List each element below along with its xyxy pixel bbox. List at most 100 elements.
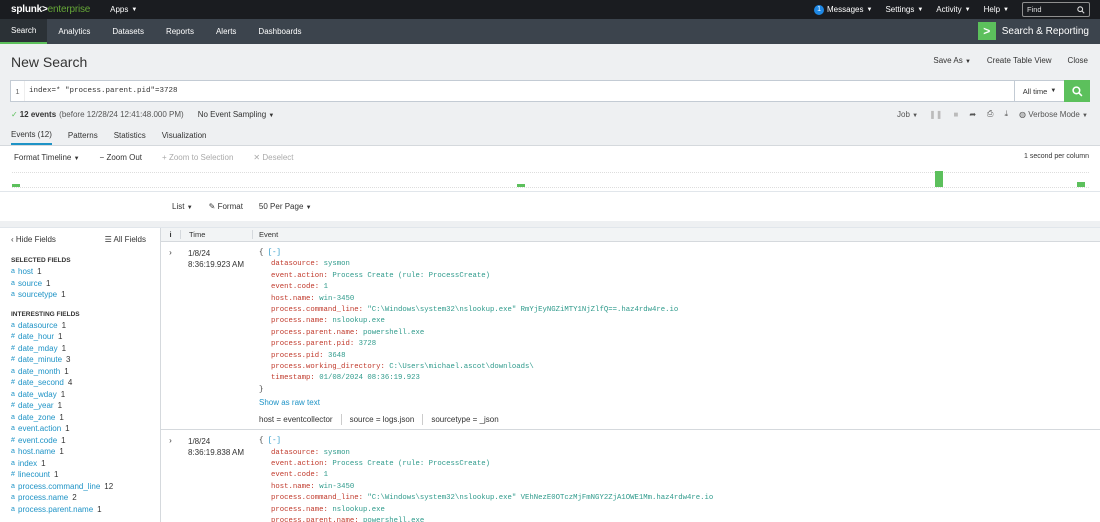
json-key[interactable]: host.name:	[271, 295, 315, 303]
time-range-picker[interactable]: All time ▼	[1014, 81, 1064, 101]
tab-datasets[interactable]: Datasets	[101, 19, 155, 44]
time-column-header[interactable]: Time	[180, 230, 252, 239]
json-key[interactable]: datasource:	[271, 260, 319, 268]
stop-icon[interactable]: ■	[954, 110, 959, 119]
hide-fields-button[interactable]: ‹ Hide Fields	[11, 235, 56, 244]
field-item[interactable]: a date_wday 1	[11, 389, 160, 401]
tab-patterns[interactable]: Patterns	[68, 126, 98, 145]
field-item[interactable]: a date_month 1	[11, 366, 160, 378]
field-item[interactable]: a sourcetype 1	[11, 289, 160, 301]
field-item[interactable]: a datasource 1	[11, 320, 160, 332]
json-key[interactable]: event.code:	[271, 471, 319, 479]
field-item[interactable]: # date_second 4	[11, 377, 160, 389]
field-item[interactable]: # date_year 1	[11, 400, 160, 412]
json-value[interactable]: "C:\Windows\system32\nslookup.exe" VEhNe…	[367, 494, 713, 502]
create-table-view-button[interactable]: Create Table View	[987, 56, 1052, 65]
field-item[interactable]: a date_zone 1	[11, 412, 160, 424]
collapse-toggle[interactable]: [-]	[268, 249, 281, 257]
json-value[interactable]: win-3450	[319, 483, 354, 491]
search-mode-menu[interactable]: ◍ Verbose Mode ▼	[1019, 110, 1088, 119]
field-item[interactable]: a host 1	[11, 266, 160, 278]
json-value[interactable]: win-3450	[319, 295, 354, 303]
field-item[interactable]: # date_mday 1	[11, 343, 160, 355]
export-icon[interactable]: ⤓	[1004, 109, 1008, 119]
field-item[interactable]: a index 1	[11, 458, 160, 470]
field-item[interactable]: # linecount 1	[11, 469, 160, 481]
field-item[interactable]: # date_minute 3	[11, 354, 160, 366]
chevron-right-icon[interactable]: ›	[161, 248, 180, 429]
json-key[interactable]: process.command_line:	[271, 306, 363, 314]
json-key[interactable]: process.parent.pid:	[271, 340, 354, 348]
per-page-dropdown[interactable]: 50 Per Page ▼	[259, 202, 312, 211]
settings-menu[interactable]: Settings ▼	[885, 5, 923, 14]
json-key[interactable]: event.action:	[271, 272, 328, 280]
find-input[interactable]: Find	[1022, 2, 1090, 17]
zoom-to-selection-button[interactable]: + Zoom to Selection	[162, 153, 233, 162]
tab-reports[interactable]: Reports	[155, 19, 205, 44]
format-timeline-button[interactable]: Format Timeline ▼	[14, 153, 80, 162]
field-item[interactable]: # date_hour 1	[11, 331, 160, 343]
job-menu[interactable]: Job ▼	[897, 110, 918, 119]
json-value[interactable]: 3648	[328, 352, 346, 360]
json-value[interactable]: nslookup.exe	[332, 317, 385, 325]
field-item[interactable]: a process.command_line 12	[11, 481, 160, 493]
close-button[interactable]: Close	[1068, 56, 1088, 65]
chevron-right-icon[interactable]: ›	[161, 436, 180, 522]
json-value[interactable]: Process Create (rule: ProcessCreate)	[332, 460, 490, 468]
help-menu[interactable]: Help ▼	[984, 5, 1009, 14]
tab-visualization[interactable]: Visualization	[162, 126, 207, 145]
json-key[interactable]: process.parent.name:	[271, 329, 359, 337]
json-value[interactable]: 1	[324, 471, 328, 479]
json-key[interactable]: event.code:	[271, 283, 319, 291]
all-fields-button[interactable]: ☰ All Fields	[105, 235, 146, 244]
json-value[interactable]: C:\Users\michael.ascot\downloads\	[389, 363, 534, 371]
json-value[interactable]: 01/08/2024 08:36:19.923	[319, 374, 420, 382]
tab-dashboards[interactable]: Dashboards	[247, 19, 312, 44]
json-key[interactable]: datasource:	[271, 449, 319, 457]
json-value[interactable]: 3728	[359, 340, 377, 348]
field-item[interactable]: a source 1	[11, 278, 160, 290]
json-value[interactable]: sysmon	[324, 260, 350, 268]
timeline-bars[interactable]	[12, 171, 1089, 188]
search-query-input[interactable]: index=* "process.parent.pid"=3728	[25, 81, 1014, 101]
print-icon[interactable]: ⎙	[987, 109, 993, 119]
collapse-toggle[interactable]: [-]	[268, 437, 281, 445]
zoom-out-button[interactable]: − Zoom Out	[100, 153, 142, 162]
metadata-field[interactable]: sourcetype = _json	[431, 414, 506, 425]
field-item[interactable]: # event.code 1	[11, 435, 160, 447]
list-view-dropdown[interactable]: List ▼	[172, 202, 193, 211]
messages-menu[interactable]: 1 Messages ▼	[814, 4, 872, 15]
field-item[interactable]: a host.name 1	[11, 446, 160, 458]
event-sampling-dropdown[interactable]: No Event Sampling ▼	[198, 110, 275, 119]
timeline-bar[interactable]	[516, 183, 525, 187]
tab-statistics[interactable]: Statistics	[114, 126, 146, 145]
format-button[interactable]: ✎ Format	[209, 202, 243, 211]
json-key[interactable]: process.parent.name:	[271, 517, 359, 522]
tab-alerts[interactable]: Alerts	[205, 19, 247, 44]
splunk-logo[interactable]: splunk>enterprise	[0, 4, 90, 15]
json-key[interactable]: timestamp:	[271, 374, 315, 382]
json-value[interactable]: sysmon	[324, 449, 350, 457]
timeline-bar[interactable]	[1076, 182, 1085, 187]
json-value[interactable]: powershell.exe	[363, 517, 424, 522]
json-key[interactable]: process.command_line:	[271, 494, 363, 502]
apps-menu[interactable]: Apps ▼	[110, 5, 137, 14]
pause-icon[interactable]: ❚❚	[929, 110, 942, 119]
tab-analytics[interactable]: Analytics	[47, 19, 101, 44]
deselect-button[interactable]: ✕ Deselect	[253, 153, 293, 162]
tab-search[interactable]: Search	[0, 19, 48, 44]
field-item[interactable]: a process.name 2	[11, 492, 160, 504]
search-button[interactable]	[1064, 80, 1090, 102]
metadata-field[interactable]: host = eventcollector	[259, 413, 342, 426]
json-key[interactable]: process.working_directory:	[271, 363, 385, 371]
metadata-field[interactable]: source = logs.json	[350, 413, 424, 426]
show-raw-text-link[interactable]: Show as raw text	[259, 397, 678, 408]
json-value[interactable]: "C:\Windows\system32\nslookup.exe" RmYjE…	[367, 306, 678, 314]
timeline-bar[interactable]	[934, 171, 943, 187]
json-value[interactable]: 1	[324, 283, 328, 291]
field-item[interactable]: a event.action 1	[11, 423, 160, 435]
app-title[interactable]: > Search & Reporting	[977, 22, 1089, 40]
json-value[interactable]: Process Create (rule: ProcessCreate)	[332, 272, 490, 280]
json-key[interactable]: process.name:	[271, 317, 328, 325]
json-key[interactable]: event.action:	[271, 460, 328, 468]
